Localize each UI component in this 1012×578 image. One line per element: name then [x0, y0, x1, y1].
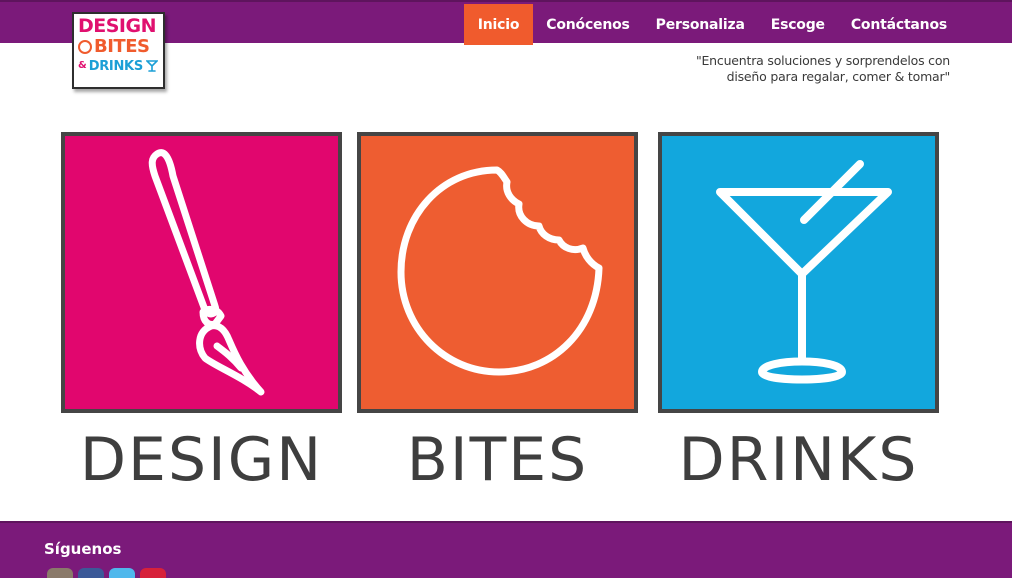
nav-item-conocenos[interactable]: Conócenos — [533, 4, 642, 45]
drinks-label[interactable]: DRINKS — [658, 425, 939, 495]
twitter-icon[interactable] — [109, 568, 135, 578]
follow-us-label: Síguenos — [44, 540, 122, 558]
logo-bites-line: BITES — [78, 38, 159, 56]
drinks-tile[interactable] — [658, 132, 939, 413]
cookie-icon — [78, 40, 92, 54]
logo-bites-text: BITES — [94, 36, 150, 57]
cocktail-glass-icon — [716, 160, 892, 384]
bites-label[interactable]: BITES — [357, 425, 638, 495]
bites-tile[interactable] — [357, 132, 638, 413]
facebook-icon[interactable] — [78, 568, 104, 578]
logo-drinks-text: DRINKS — [88, 58, 143, 74]
design-tile[interactable] — [61, 132, 342, 413]
paintbrush-icon — [148, 149, 265, 396]
instagram-icon[interactable] — [47, 568, 73, 578]
nav-item-inicio[interactable]: Inicio — [463, 4, 534, 45]
design-label[interactable]: DESIGN — [61, 425, 342, 495]
tagline: "Encuentra soluciones y sorprendelos con… — [650, 53, 950, 85]
tagline-line-2: diseño para regalar, comer & tomar" — [726, 69, 951, 84]
tagline-line-1: "Encuentra soluciones y sorprendelos con — [695, 53, 950, 68]
main-nav: Inicio Conócenos Personaliza Escoge Cont… — [463, 4, 960, 45]
logo-ampersand: & — [78, 60, 87, 71]
nav-item-personaliza[interactable]: Personaliza — [643, 4, 758, 45]
cocktail-icon — [145, 60, 158, 72]
nav-item-escoge[interactable]: Escoge — [758, 4, 838, 45]
site-logo[interactable]: DESIGN BITES & DRINKS — [72, 12, 165, 89]
social-links — [47, 568, 166, 578]
logo-design-text: DESIGN — [78, 15, 157, 37]
footer: Síguenos — [0, 521, 1012, 578]
pinterest-icon[interactable] — [140, 568, 166, 578]
logo-drinks-line: & DRINKS — [78, 59, 159, 73]
nav-item-contactanos[interactable]: Contáctanos — [838, 4, 960, 45]
bitten-cookie-icon — [397, 166, 603, 376]
